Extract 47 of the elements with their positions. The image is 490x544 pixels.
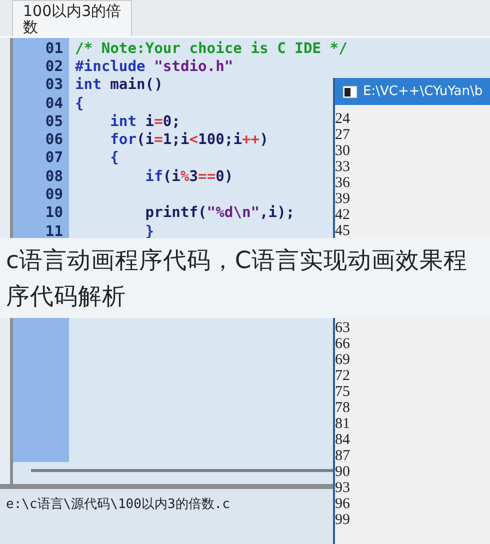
- output-line: 63: [335, 320, 351, 336]
- line-number: 02: [44, 58, 63, 75]
- code-line: int main(): [75, 76, 163, 94]
- output-line: 45: [335, 223, 351, 240]
- code-line: #include "stdio.h": [75, 58, 234, 75]
- code-line: /* Note:Your choice is C IDE */: [75, 40, 348, 57]
- output-line: 90: [335, 464, 351, 480]
- output-line: 96: [335, 496, 351, 512]
- window-title: E:\VC++\CYuYan\b: [363, 84, 483, 99]
- console-icon: [343, 86, 357, 98]
- code-line: {: [109, 149, 119, 166]
- code-line: {: [75, 94, 84, 112]
- line-number: 10: [44, 204, 63, 222]
- output-line: 24: [335, 111, 351, 128]
- line-number: 08: [44, 168, 63, 185]
- output-line: 39: [335, 191, 351, 208]
- code-line: for(i=1;i<100;i++): [109, 131, 268, 148]
- file-tab[interactable]: 100以内3的倍数: [12, 0, 132, 36]
- output-line: 72: [335, 368, 351, 384]
- output-line: 81: [335, 416, 351, 432]
- output-line: 78: [335, 400, 351, 416]
- output-line: 84: [335, 432, 351, 448]
- line-number: 07: [44, 149, 63, 166]
- code-line: }: [144, 222, 154, 240]
- line-number: 03: [44, 76, 63, 94]
- code-line: int i=0;: [109, 112, 180, 130]
- output-line: 69: [335, 352, 351, 368]
- code-line: printf("%d\n",i);: [144, 204, 295, 222]
- output-line: 42: [335, 207, 351, 224]
- line-number: 01: [44, 40, 63, 57]
- line-number: 05: [44, 112, 63, 130]
- file-path: e:\c语言\源代码\100以内3的倍数.c: [6, 497, 230, 512]
- output-line: 87: [335, 448, 351, 464]
- line-number: 04: [44, 94, 63, 112]
- line-number: 09: [44, 186, 63, 204]
- output-line: 75: [335, 384, 351, 400]
- output-line: 33: [335, 159, 351, 176]
- output-line: 66: [335, 336, 351, 352]
- output-line: 36: [335, 175, 351, 192]
- output-line: 27: [335, 127, 351, 144]
- line-number: 06: [44, 131, 63, 148]
- line-number: 11: [44, 222, 63, 240]
- caption-text: c语言动画程序代码，C语言实现动画效果程序代码解析: [6, 245, 468, 312]
- code-line: if(i%3==0): [144, 168, 234, 185]
- output-line: 99: [335, 512, 351, 528]
- output-line: 93: [335, 480, 351, 496]
- output-line: 30: [335, 143, 351, 160]
